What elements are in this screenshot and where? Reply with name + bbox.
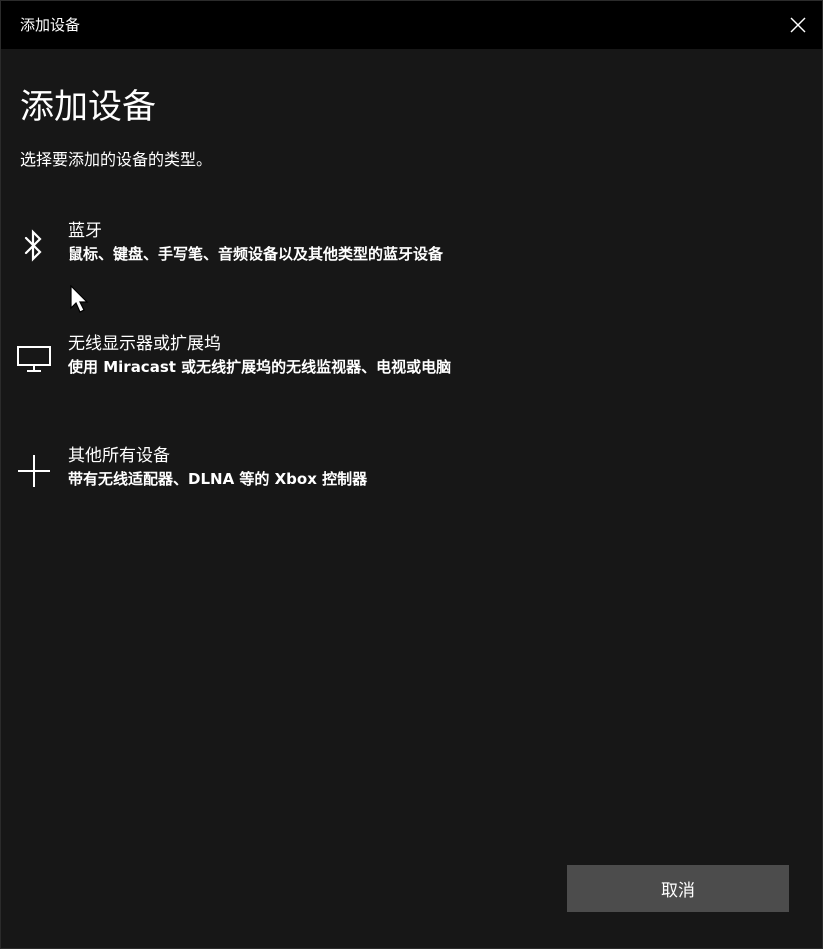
window-title: 添加设备	[20, 16, 81, 34]
option-bluetooth[interactable]: 蓝牙 鼠标、键盘、手写笔、音频设备以及其他类型的蓝牙设备	[1, 216, 822, 290]
mouse-pointer-icon	[70, 285, 89, 313]
option-wireless-display[interactable]: 无线显示器或扩展坞 使用 Miracast 或无线扩展坞的无线监视器、电视或电脑	[1, 329, 822, 403]
option-description: 带有无线适配器、DLNA 等的 Xbox 控制器	[68, 470, 368, 488]
option-title: 蓝牙	[68, 221, 102, 241]
plus-icon	[11, 441, 57, 501]
option-everything-else[interactable]: 其他所有设备 带有无线适配器、DLNA 等的 Xbox 控制器	[1, 441, 822, 515]
bluetooth-icon	[11, 216, 57, 276]
title-bar: 添加设备	[1, 1, 822, 49]
option-title: 无线显示器或扩展坞	[68, 334, 221, 354]
close-icon	[790, 17, 806, 33]
page-subtitle: 选择要添加的设备的类型。	[20, 150, 213, 169]
add-device-dialog: 添加设备 添加设备 选择要添加的设备的类型。 蓝牙 鼠标、键盘、手写笔、音频设备…	[0, 0, 823, 949]
option-description: 鼠标、键盘、手写笔、音频设备以及其他类型的蓝牙设备	[68, 245, 444, 263]
page-title: 添加设备	[20, 87, 156, 127]
option-description: 使用 Miracast 或无线扩展坞的无线监视器、电视或电脑	[68, 358, 452, 376]
monitor-icon	[11, 329, 57, 389]
close-button[interactable]	[774, 1, 822, 49]
cancel-button[interactable]: 取消	[567, 865, 789, 912]
option-title: 其他所有设备	[68, 446, 170, 466]
